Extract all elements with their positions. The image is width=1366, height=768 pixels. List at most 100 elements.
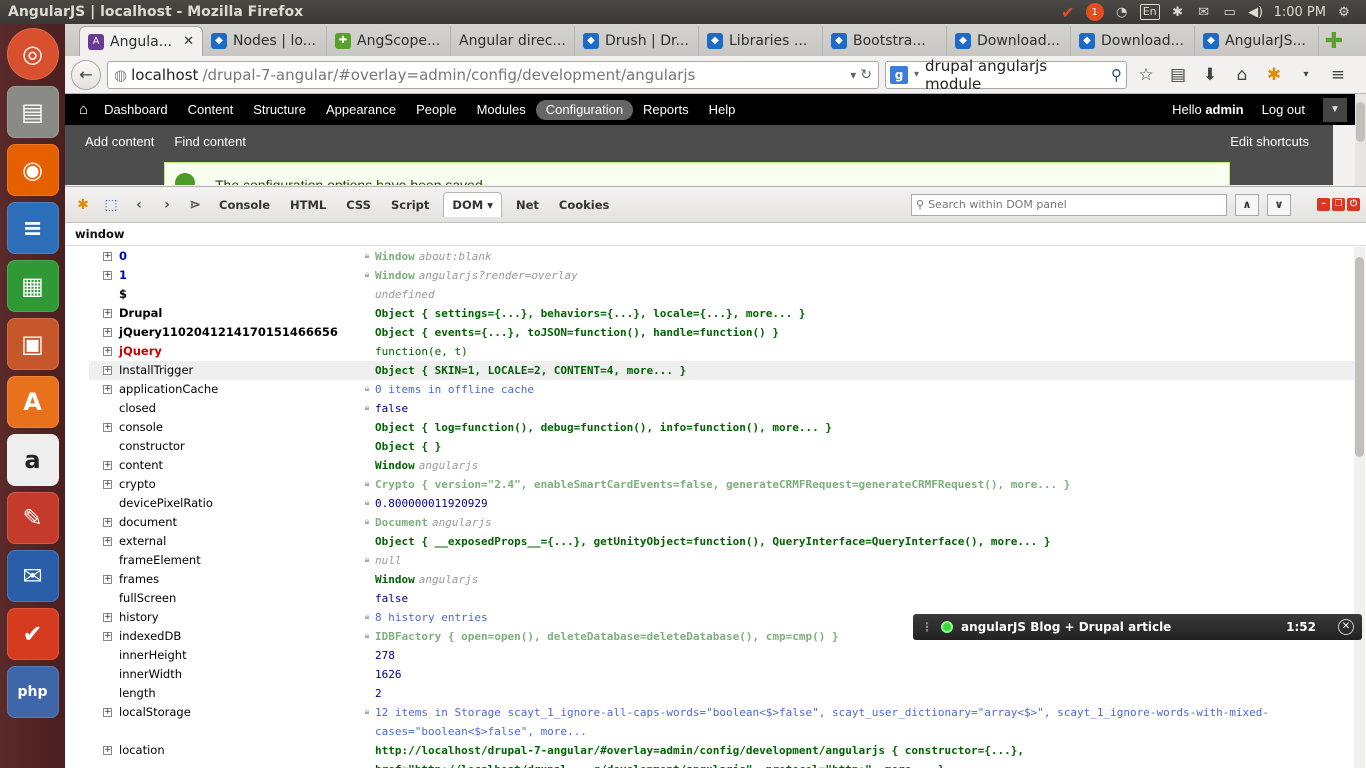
property-value[interactable]: Object { __exposedProps__={...}, getUnit… xyxy=(375,532,1354,551)
plus-icon[interactable]: + xyxy=(103,632,112,641)
dom-row[interactable]: $ undefined xyxy=(89,285,1354,304)
clock-app-icon[interactable]: ✔ xyxy=(1060,3,1076,22)
calc-icon[interactable]: ▦ xyxy=(6,260,59,312)
property-value[interactable]: 2 xyxy=(375,684,1354,703)
expand-icon[interactable]: + xyxy=(89,266,119,285)
property-name[interactable]: localStorage xyxy=(119,703,359,722)
property-name[interactable]: history xyxy=(119,608,359,627)
property-value[interactable]: 278 xyxy=(375,646,1354,665)
firefox-icon[interactable]: ◉ xyxy=(6,144,59,196)
reload-icon[interactable]: ↻ xyxy=(860,67,872,83)
search-prev-button[interactable]: ∧ xyxy=(1235,193,1259,216)
menu-content[interactable]: Content xyxy=(178,100,244,120)
plus-icon[interactable]: + xyxy=(103,537,112,546)
menu-structure[interactable]: Structure xyxy=(243,100,316,120)
property-name[interactable]: applicationCache xyxy=(119,380,359,399)
home-icon[interactable]: ⌂ xyxy=(79,101,94,118)
dom-row[interactable]: +0 🔒︎ Window about:blank xyxy=(89,247,1354,266)
menu-icon[interactable]: ≡ xyxy=(1325,62,1351,88)
property-value[interactable]: Document angularjs xyxy=(375,513,1354,532)
close-firebug-icon[interactable]: ⏻ xyxy=(1347,198,1360,211)
menu-reports[interactable]: Reports xyxy=(633,100,699,120)
back-button[interactable]: ← xyxy=(71,59,101,90)
menu-people[interactable]: People xyxy=(406,100,466,120)
tab-console[interactable]: Console xyxy=(213,194,276,216)
files-icon[interactable]: ▤ xyxy=(6,86,59,138)
plus-icon[interactable]: + xyxy=(103,613,112,622)
close-tab-icon[interactable]: ✕ xyxy=(183,34,194,49)
menu-modules[interactable]: Modules xyxy=(467,100,536,120)
property-name[interactable]: innerWidth xyxy=(119,665,359,684)
property-value[interactable]: Window angularjs?render=overlay xyxy=(375,266,1354,285)
property-value[interactable]: Crypto { version="2.4", enableSmartCardE… xyxy=(375,475,1354,494)
plus-icon[interactable]: + xyxy=(103,252,112,261)
property-value[interactable]: false xyxy=(375,589,1354,608)
property-name[interactable]: closed xyxy=(119,399,359,418)
property-name[interactable]: 1 xyxy=(119,266,359,285)
scrollbar-thumb[interactable] xyxy=(1356,102,1365,142)
property-value[interactable]: null xyxy=(375,551,1354,570)
property-value[interactable]: Window about:blank xyxy=(375,247,1354,266)
tab-cookies[interactable]: Cookies xyxy=(553,194,615,216)
property-name[interactable]: fullScreen xyxy=(119,589,359,608)
dom-row[interactable]: + InstallTrigger Object { SKIN=1, LOCALE=2… xyxy=(89,361,1354,380)
plus-icon[interactable]: + xyxy=(103,347,112,356)
plus-icon[interactable]: + xyxy=(103,309,112,318)
new-tab-button[interactable]: ✚ xyxy=(1319,26,1349,56)
reminder-app-icon[interactable]: ✔ xyxy=(6,608,59,660)
property-value[interactable]: Object { events={...}, toJSON=function()… xyxy=(375,323,1354,342)
thunderbird-icon[interactable]: ✉ xyxy=(6,550,59,602)
expand-icon[interactable]: + xyxy=(89,323,119,342)
drag-handle-icon[interactable]: ⋮ xyxy=(921,620,933,634)
plus-icon[interactable]: + xyxy=(103,461,112,470)
tab-2[interactable]: ✚ AngScope... xyxy=(327,26,451,56)
dom-row[interactable]: + document 🔒︎ Document angularjs xyxy=(89,513,1354,532)
property-value[interactable]: Window angularjs xyxy=(375,570,1354,589)
dom-row[interactable]: + console Object { log=function(), debug=f… xyxy=(89,418,1354,437)
property-value[interactable]: 1626 xyxy=(375,665,1354,684)
expand-icon[interactable]: + xyxy=(89,456,119,475)
ubuntu-dash-icon[interactable]: ◎ xyxy=(6,28,59,80)
property-name[interactable]: jQuery xyxy=(119,342,359,361)
toggle-shortcuts-icon[interactable]: ▼ xyxy=(1323,97,1347,122)
property-value[interactable]: Object { log=function(), debug=function(… xyxy=(375,418,1354,437)
writer-icon[interactable]: ≡ xyxy=(6,202,59,254)
menu-configuration[interactable]: Configuration xyxy=(535,99,634,120)
page-scrollbar[interactable] xyxy=(1355,94,1366,186)
property-name[interactable]: indexedDB xyxy=(119,627,359,646)
plus-icon[interactable]: + xyxy=(103,366,112,375)
property-value[interactable]: 12 items in Storage scayt_1_ignore-all-c… xyxy=(375,703,1354,741)
property-name[interactable]: crypto xyxy=(119,475,359,494)
firebug-icon[interactable]: ✱ xyxy=(1261,62,1287,88)
property-name[interactable]: content xyxy=(119,456,359,475)
firebug-dropdown-icon[interactable]: ▾ xyxy=(1293,62,1319,88)
bookmarks-menu-icon[interactable]: ▤ xyxy=(1165,62,1191,88)
dom-row[interactable]: devicePixelRatio 🔒︎ 0.800000011920929 xyxy=(89,494,1354,513)
property-name[interactable]: length xyxy=(119,684,359,703)
search-next-button[interactable]: ∨ xyxy=(1267,193,1291,216)
dom-row[interactable]: + applicationCache 🔒︎ 0 items in offline ca… xyxy=(89,380,1354,399)
detach-firebug-icon[interactable]: ❐ xyxy=(1332,198,1345,211)
clock[interactable]: 1:00 PM xyxy=(1274,3,1326,21)
dom-row[interactable]: frameElement 🔒︎ null xyxy=(89,551,1354,570)
property-name[interactable]: document xyxy=(119,513,359,532)
plus-icon[interactable]: + xyxy=(103,480,112,489)
property-value[interactable]: Object { } xyxy=(375,437,1354,456)
expand-icon[interactable]: + xyxy=(89,475,119,494)
dom-row[interactable]: fullScreen false xyxy=(89,589,1354,608)
dom-row[interactable]: + content Window angularjs xyxy=(89,456,1354,475)
menu-appearance[interactable]: Appearance xyxy=(316,100,406,120)
dom-row[interactable]: + localStorage 🔒︎ 12 items in Storage scayt… xyxy=(89,703,1354,741)
tab-css[interactable]: CSS xyxy=(340,194,377,216)
property-name[interactable]: Drupal xyxy=(119,304,359,323)
property-value[interactable]: undefined xyxy=(375,285,1354,304)
software-center-icon[interactable]: A xyxy=(6,376,59,428)
chevron-down-icon[interactable]: ▾ xyxy=(487,198,493,212)
tab-script[interactable]: Script xyxy=(385,194,435,216)
tab-9[interactable]: ◆ AngularJS... xyxy=(1195,26,1319,56)
dom-row[interactable]: + crypto 🔒︎ Crypto { version="2.4", enableS… xyxy=(89,475,1354,494)
bluetooth-icon[interactable]: ✱ xyxy=(1170,3,1186,21)
plus-icon[interactable]: + xyxy=(103,708,112,717)
home-icon[interactable]: ⌂ xyxy=(1229,62,1255,88)
plus-icon[interactable]: + xyxy=(103,423,112,432)
